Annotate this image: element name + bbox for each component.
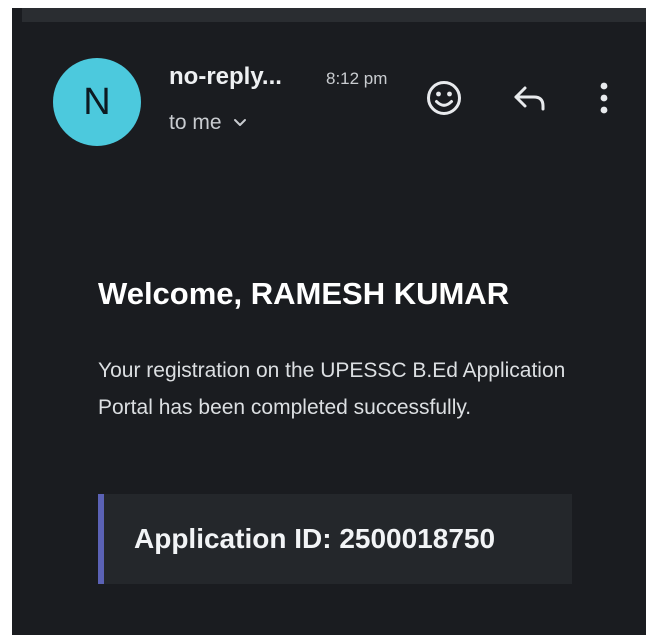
avatar-letter: N xyxy=(83,80,111,123)
more-vertical-icon xyxy=(600,82,608,114)
email-time: 8:12 pm xyxy=(326,69,388,88)
recipient-toggle[interactable]: to me xyxy=(169,111,248,135)
chevron-down-icon xyxy=(233,119,246,126)
email-greeting: Welcome, RAMESH KUMAR xyxy=(98,276,510,311)
reply-icon xyxy=(514,86,545,111)
sender-name[interactable]: no-reply... xyxy=(169,63,282,91)
more-options-button[interactable] xyxy=(582,74,626,122)
email-view: N no-reply... 8:12 pm to me Welcome, RAM… xyxy=(12,8,646,635)
sender-avatar[interactable]: N xyxy=(53,58,141,146)
application-id-box: Application ID: 2500018750 xyxy=(98,494,572,584)
top-divider xyxy=(22,8,646,22)
recipient-label: to me xyxy=(169,111,222,134)
add-reaction-button[interactable] xyxy=(420,74,468,122)
reply-button[interactable] xyxy=(506,74,554,122)
emoji-icon xyxy=(427,81,461,115)
application-id-text: Application ID: 2500018750 xyxy=(134,523,496,554)
email-message: Your registration on the UPESSC B.Ed App… xyxy=(98,359,566,419)
